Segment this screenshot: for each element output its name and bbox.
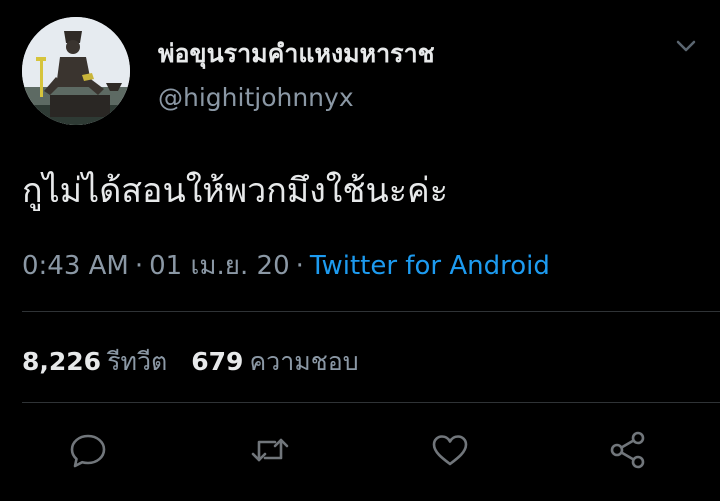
author-display-name[interactable]: พ่อขุนรามคำแหงมหาราช (158, 34, 435, 74)
tweet-meta: 0:43 AM · 01 เม.ย. 20 · Twitter for Android (22, 245, 550, 286)
divider (22, 402, 720, 403)
meta-separator: · (134, 251, 144, 281)
chevron-down-icon[interactable] (672, 34, 700, 58)
avatar[interactable] (22, 17, 130, 125)
meta-separator: · (295, 251, 304, 281)
like-icon[interactable] (428, 428, 472, 472)
likes-stat[interactable]: 679 ความชอบ (191, 342, 358, 382)
tweet-time[interactable]: 0:43 AM (22, 251, 129, 281)
share-icon[interactable] (606, 428, 650, 472)
retweet-icon[interactable] (248, 428, 292, 472)
retweets-stat[interactable]: 8,226 รีทวีต (22, 342, 167, 382)
author-handle[interactable]: @highitjohnnyx (158, 83, 354, 112)
likes-label: ความชอบ (249, 347, 359, 376)
tweet-stats: 8,226 รีทวีต 679 ความชอบ (22, 342, 359, 382)
divider (22, 311, 720, 312)
tweet-source-link[interactable]: Twitter for Android (310, 251, 550, 281)
tweet-date[interactable]: 01 เม.ย. 20 (149, 251, 290, 281)
retweets-count: 8,226 (22, 347, 102, 376)
retweets-label: รีทวีต (107, 347, 168, 376)
reply-icon[interactable] (66, 428, 110, 472)
likes-count: 679 (191, 347, 244, 376)
tweet-text: กูไม่ได้สอนให้พวกมึงใช้นะค่ะ (22, 171, 448, 211)
